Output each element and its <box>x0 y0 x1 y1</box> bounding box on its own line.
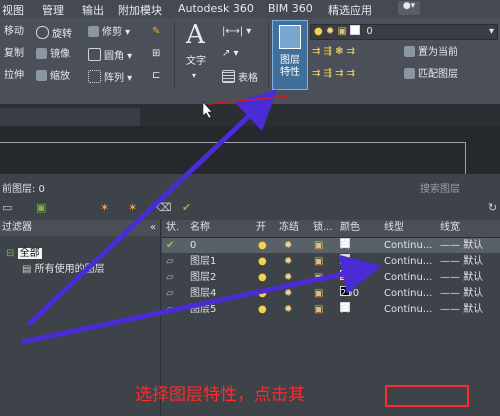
instruction-caption: 选择图层特性，点击其 <box>135 385 305 405</box>
tutorial-arrows <box>21 89 382 345</box>
red-pointer-line <box>207 95 289 105</box>
caption-highlight-box <box>385 385 469 407</box>
arrow-to-layer-properties <box>26 89 278 327</box>
